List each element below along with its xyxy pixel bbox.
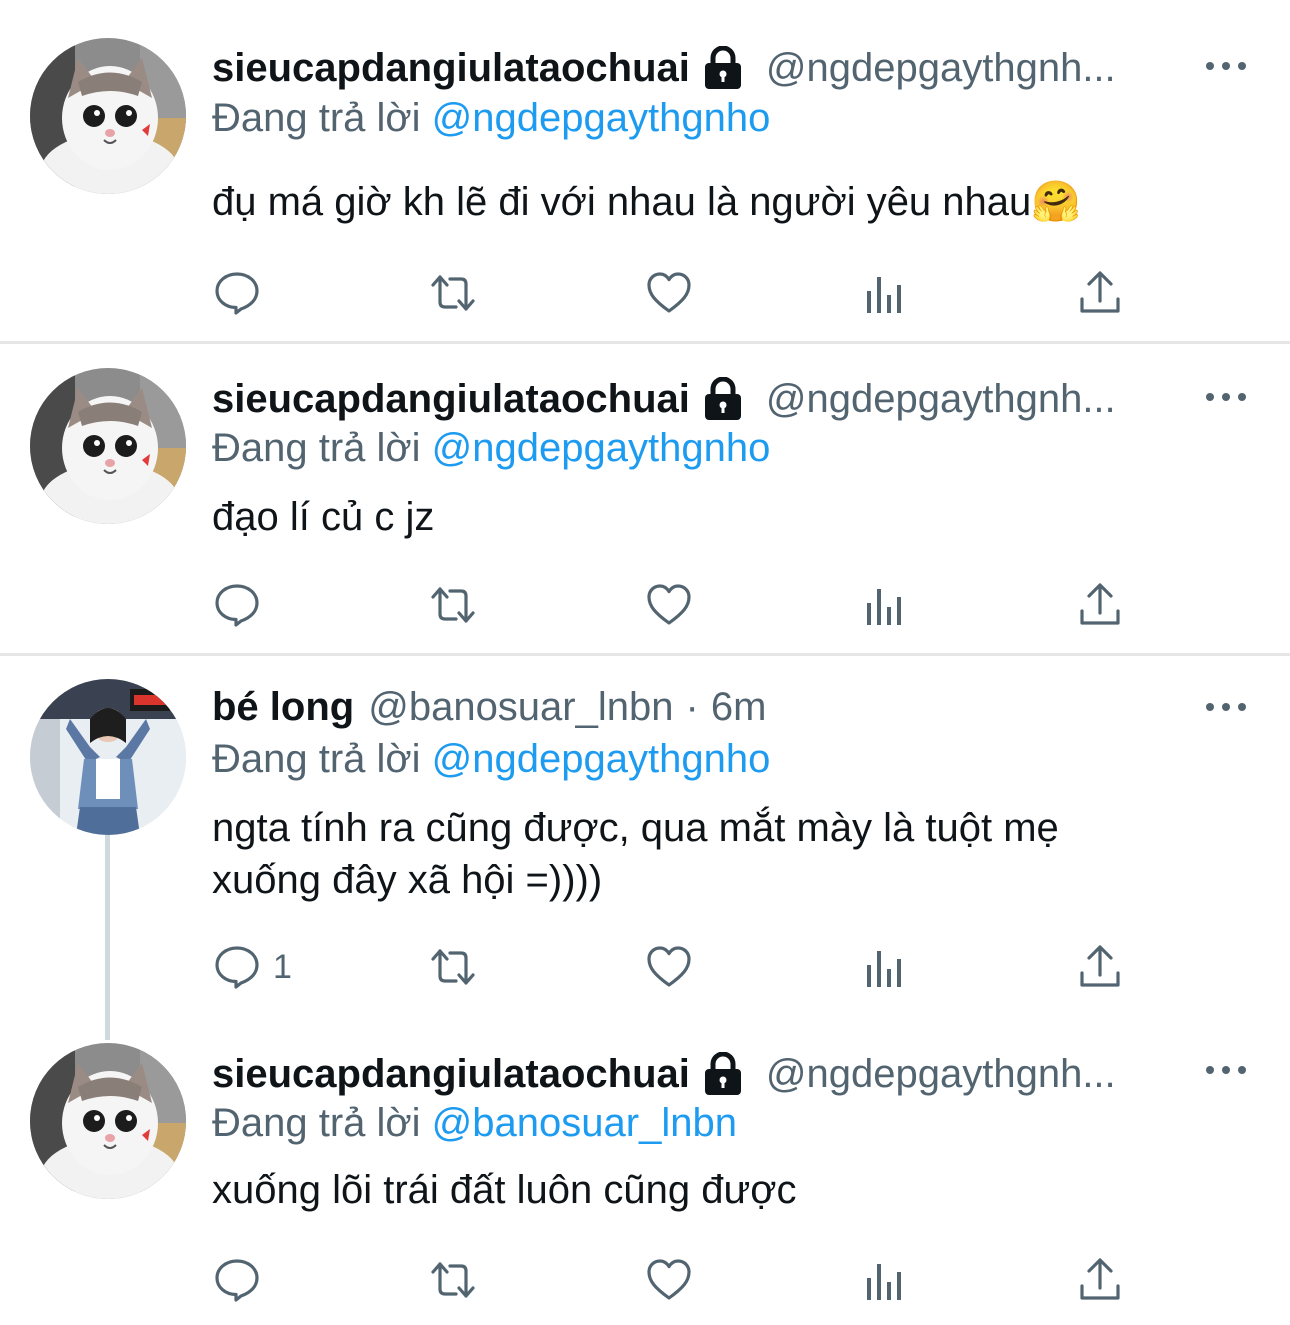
replying-to: Đang trả lời @banosuar_lnbn (212, 1098, 737, 1148)
share-button[interactable] (1076, 580, 1124, 630)
separator-dot: · (685, 685, 699, 729)
reply-button[interactable] (213, 1255, 261, 1305)
reply-button[interactable] (213, 580, 261, 630)
share-icon (1076, 581, 1124, 629)
tweet-text: đạo lí củ c jz (212, 495, 435, 539)
replying-to-label: Đang trả lời (212, 737, 421, 781)
replying-to: Đang trả lời @ngdepgaythgnho (212, 93, 770, 143)
reply-icon (213, 1256, 261, 1304)
replying-to-label: Đang trả lời (212, 426, 421, 470)
user-handle[interactable]: @ngdepgaythgnh... (766, 374, 1190, 424)
avatar[interactable] (30, 38, 186, 194)
analytics-icon (861, 581, 909, 629)
user-handle[interactable]: @ngdepgaythgnh... (766, 43, 1190, 93)
replying-to: Đang trả lời @ngdepgaythgnho (212, 423, 770, 473)
retweet-button[interactable] (429, 268, 477, 318)
analytics-icon (861, 943, 909, 991)
more-icon[interactable] (1206, 700, 1246, 714)
retweet-icon (429, 581, 477, 629)
analytics-button[interactable] (861, 580, 909, 630)
tweet-3[interactable]: bé long @banosuar_lnbn · 6m Đang trả lời… (0, 656, 1290, 1016)
cat-photo (30, 1043, 186, 1199)
lock-icon (698, 1052, 748, 1096)
mention-link[interactable]: @banosuar_lnbn (432, 1101, 737, 1145)
share-icon (1076, 1256, 1124, 1304)
tweet-text: xuống lõi trái đất luôn cũng được (212, 1168, 797, 1212)
analytics-button[interactable] (861, 942, 909, 992)
share-icon (1076, 269, 1124, 317)
cat-photo (30, 38, 186, 194)
action-bar (0, 580, 1290, 630)
reply-button[interactable]: 1 (213, 942, 292, 992)
retweet-icon (429, 943, 477, 991)
tweet-text: đụ má giờ kh lẽ đi với nhau là người yêu… (212, 180, 1082, 224)
like-icon (645, 1256, 693, 1304)
tweet-text-line: xuống đây xã hội =)))) (212, 858, 603, 902)
retweet-icon (429, 269, 477, 317)
like-icon (645, 269, 693, 317)
analytics-button[interactable] (861, 1255, 909, 1305)
thread-connector (105, 1016, 110, 1040)
tweet-header: sieucapdangiulataochuai @ngdepgaythgnh..… (212, 43, 1190, 93)
cat-photo (30, 368, 186, 524)
tweet-text: ngta tính ra cũng được, qua mắt mày là t… (212, 802, 1232, 906)
share-button[interactable] (1076, 1255, 1124, 1305)
like-button[interactable] (645, 268, 693, 318)
share-icon (1076, 943, 1124, 991)
replying-to: Đang trả lời @ngdepgaythgnho (212, 734, 770, 784)
reply-icon (213, 269, 261, 317)
like-icon (645, 943, 693, 991)
share-button[interactable] (1076, 942, 1124, 992)
like-button[interactable] (645, 580, 693, 630)
reply-button[interactable] (213, 268, 261, 318)
mention-link[interactable]: @ngdepgaythgnho (432, 96, 771, 140)
display-name[interactable]: sieucapdangiulataochuai (212, 374, 690, 424)
reply-icon (213, 943, 261, 991)
display-name[interactable]: sieucapdangiulataochuai (212, 43, 690, 93)
tweet-1[interactable]: sieucapdangiulataochuai @ngdepgaythgnh..… (0, 0, 1290, 342)
more-icon[interactable] (1206, 1063, 1246, 1077)
more-icon[interactable] (1206, 59, 1246, 73)
like-button[interactable] (645, 1255, 693, 1305)
tweet-header: bé long @banosuar_lnbn · 6m (212, 682, 1190, 732)
display-name[interactable]: bé long (212, 682, 354, 732)
lock-icon (698, 377, 748, 421)
action-bar: 1 (0, 942, 1290, 992)
action-bar (0, 1255, 1290, 1305)
tweet-header: sieucapdangiulataochuai @ngdepgaythgnh..… (212, 1049, 1190, 1099)
tweet-2[interactable]: sieucapdangiulataochuai @ngdepgaythgnh..… (0, 345, 1290, 653)
tweet-text-line: ngta tính ra cũng được, qua mắt mày là t… (212, 806, 1059, 850)
analytics-icon (861, 1256, 909, 1304)
avatar[interactable] (30, 679, 186, 835)
person-photo (30, 679, 186, 835)
user-handle[interactable]: @ngdepgaythgnh... (766, 1049, 1190, 1099)
analytics-icon (861, 269, 909, 317)
retweet-button[interactable] (429, 942, 477, 992)
reply-count: 1 (273, 947, 292, 986)
replying-to-label: Đang trả lời (212, 1101, 421, 1145)
replying-to-label: Đang trả lời (212, 96, 421, 140)
retweet-icon (429, 1256, 477, 1304)
like-icon (645, 581, 693, 629)
tweet-header: sieucapdangiulataochuai @ngdepgaythgnh..… (212, 374, 1190, 424)
timestamp[interactable]: 6m (711, 682, 767, 732)
retweet-button[interactable] (429, 1255, 477, 1305)
mention-link[interactable]: @ngdepgaythgnho (432, 737, 771, 781)
tweet-divider (0, 341, 1290, 344)
share-button[interactable] (1076, 268, 1124, 318)
action-bar (0, 268, 1290, 318)
avatar[interactable] (30, 1043, 186, 1199)
like-button[interactable] (645, 942, 693, 992)
more-icon[interactable] (1206, 390, 1246, 404)
tweet-4[interactable]: sieucapdangiulataochuai @ngdepgaythgnh..… (0, 1016, 1290, 1325)
retweet-button[interactable] (429, 580, 477, 630)
avatar[interactable] (30, 368, 186, 524)
analytics-button[interactable] (861, 268, 909, 318)
lock-icon (698, 46, 748, 90)
reply-icon (213, 581, 261, 629)
mention-link[interactable]: @ngdepgaythgnho (432, 426, 771, 470)
display-name[interactable]: sieucapdangiulataochuai (212, 1049, 690, 1099)
user-handle[interactable]: @banosuar_lnbn (368, 682, 673, 732)
